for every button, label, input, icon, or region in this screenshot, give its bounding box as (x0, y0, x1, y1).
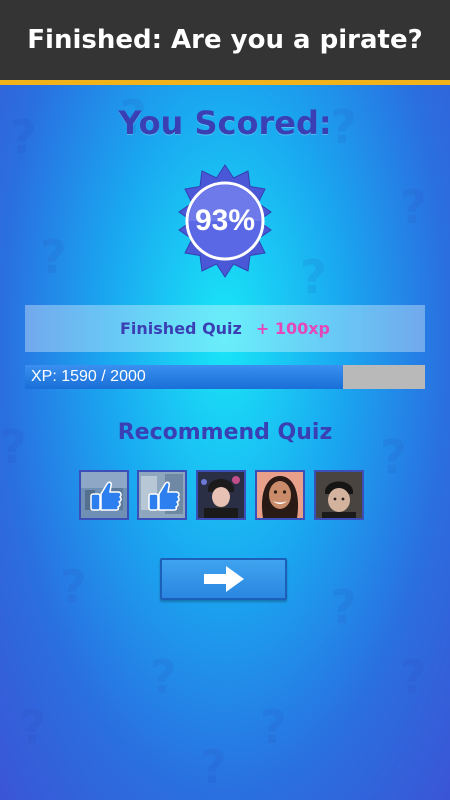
xp-gain-label: + 100xp (255, 319, 331, 338)
score-badge: 93% (167, 163, 283, 279)
person-photo (257, 472, 303, 518)
recommend-quiz-title: Recommend Quiz (117, 420, 333, 445)
finished-quiz-banner: Finished Quiz + 100xp (25, 305, 425, 352)
header-bar: Finished: Are you a pirate? (0, 0, 450, 85)
header-title: Finished: Are you a pirate? (27, 25, 423, 55)
next-button[interactable] (160, 558, 287, 600)
recommended-quiz-4[interactable] (255, 470, 305, 520)
person-photo (316, 472, 362, 518)
you-scored-title: You Scored: (118, 104, 332, 142)
thumbs-up-icon (81, 472, 127, 518)
recommended-quiz-1[interactable] (79, 470, 129, 520)
xp-progress-bar: XP: 1590 / 2000 (25, 365, 425, 389)
thumbs-up-icon (139, 472, 185, 518)
score-value: 93% (194, 204, 256, 237)
person-photo (198, 472, 244, 518)
xp-progress-text: XP: 1590 / 2000 (31, 368, 146, 385)
recommended-quiz-2[interactable] (137, 470, 187, 520)
recommended-quiz-3[interactable] (196, 470, 246, 520)
finished-quiz-label: Finished Quiz (119, 319, 242, 338)
recommended-quiz-5[interactable] (314, 470, 364, 520)
arrow-right-icon (203, 566, 244, 592)
